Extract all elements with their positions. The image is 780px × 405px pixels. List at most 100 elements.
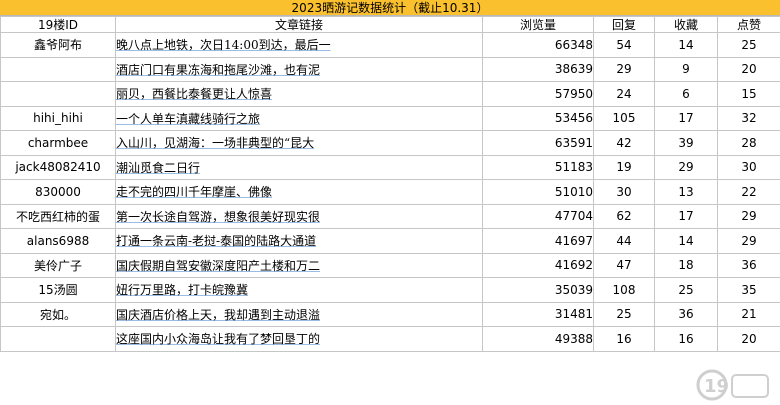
likes-cell: 30 — [717, 154, 780, 180]
user-cell[interactable] — [0, 56, 116, 82]
replies-cell: 47 — [593, 252, 655, 278]
table-row: 不吃西红柿的蛋 第一次长途自驾游，想象很美好现实很 47704 62 17 29 — [0, 203, 780, 229]
favorites-cell: 17 — [654, 105, 718, 131]
table-row: 酒店门口有果冻海和拖尾沙滩，也有泥 38639 29 9 20 — [0, 56, 780, 82]
header-favorites[interactable]: 收藏 — [654, 16, 718, 33]
likes-cell: 32 — [717, 105, 780, 131]
views-cell: 38639 — [482, 56, 594, 82]
header-row: 19楼ID 文章链接 浏览量 回复 收藏 点赞 — [0, 16, 780, 33]
views-cell: 66348 — [482, 32, 594, 58]
favorites-cell: 17 — [654, 203, 718, 229]
replies-cell: 25 — [593, 301, 655, 327]
replies-cell: 105 — [593, 105, 655, 131]
table-row: hihi_hihi 一个人单车滇藏线骑行之旅 53456 105 17 32 — [0, 105, 780, 131]
replies-cell: 19 — [593, 154, 655, 180]
table-row: 15汤圆 妞行万里路，打卡皖豫冀 35039 108 25 35 — [0, 277, 780, 303]
table-row: alans6988 打通一条云南-老挝-泰国的陆路大通道 41697 44 14 29 — [0, 228, 780, 254]
stats-table: 19楼ID 文章链接 浏览量 回复 收藏 点赞 鑫爷阿布 晚八点上地铁，次日14:… — [0, 16, 780, 352]
user-cell[interactable] — [0, 326, 116, 352]
favorites-cell: 13 — [654, 179, 718, 205]
favorites-cell: 14 — [654, 228, 718, 254]
header-title[interactable]: 文章链接 — [115, 16, 483, 33]
favorites-cell: 14 — [654, 32, 718, 58]
likes-cell: 20 — [717, 56, 780, 82]
views-cell: 57950 — [482, 81, 594, 107]
user-cell[interactable]: alans6988 — [0, 228, 116, 254]
article-link[interactable]: 走不完的四川千年摩崖、佛像 — [115, 179, 483, 205]
article-link[interactable]: 潮汕觅食二日行 — [115, 154, 483, 180]
replies-cell: 30 — [593, 179, 655, 205]
replies-cell: 16 — [593, 326, 655, 352]
article-link[interactable]: 妞行万里路，打卡皖豫冀 — [115, 277, 483, 303]
article-link[interactable]: 打通一条云南-老挝-泰国的陆路大通道 — [115, 228, 483, 254]
article-link[interactable]: 国庆酒店价格上天，我却遇到主动退溢 — [115, 301, 483, 327]
user-cell[interactable]: 不吃西红柿的蛋 — [0, 203, 116, 229]
replies-cell: 24 — [593, 81, 655, 107]
svg-text:19: 19 — [704, 376, 729, 397]
favorites-cell: 36 — [654, 301, 718, 327]
replies-cell: 108 — [593, 277, 655, 303]
article-link[interactable]: 丽贝，西餐比泰餐更让人惊喜 — [115, 81, 483, 107]
article-link[interactable]: 酒店门口有果冻海和拖尾沙滩，也有泥 — [115, 56, 483, 82]
article-link[interactable]: 这座国内小众海岛让我有了梦回垦丁的 — [115, 326, 483, 352]
19lou-logo-icon: 19 — [696, 369, 769, 401]
table-row: 这座国内小众海岛让我有了梦回垦丁的 49388 16 16 20 — [0, 326, 780, 352]
table-row: 830000 走不完的四川千年摩崖、佛像 51010 30 13 22 — [0, 179, 780, 205]
likes-cell: 22 — [717, 179, 780, 205]
user-cell[interactable] — [0, 81, 116, 107]
table-row: charmbee 入山川，见湖海：一场非典型的“昆大 63591 42 39 28 — [0, 130, 780, 156]
views-cell: 63591 — [482, 130, 594, 156]
views-cell: 51010 — [482, 179, 594, 205]
replies-cell: 62 — [593, 203, 655, 229]
sheet-title: 2023晒游记数据统计（截止10.31） — [291, 1, 489, 15]
favorites-cell: 16 — [654, 326, 718, 352]
user-cell[interactable]: charmbee — [0, 130, 116, 156]
likes-cell: 20 — [717, 326, 780, 352]
views-cell: 41697 — [482, 228, 594, 254]
table-row: 鑫爷阿布 晚八点上地铁，次日14:00到达，最后一 66348 54 14 25 — [0, 32, 780, 58]
views-cell: 47704 — [482, 203, 594, 229]
article-link[interactable]: 晚八点上地铁，次日14:00到达，最后一 — [115, 32, 483, 58]
favorites-cell: 39 — [654, 130, 718, 156]
user-cell[interactable]: 美伶广子 — [0, 252, 116, 278]
likes-cell: 36 — [717, 252, 780, 278]
user-cell[interactable]: jack48082410 — [0, 154, 116, 180]
replies-cell: 29 — [593, 56, 655, 82]
views-cell: 31481 — [482, 301, 594, 327]
likes-cell: 15 — [717, 81, 780, 107]
header-views[interactable]: 浏览量 — [482, 16, 594, 33]
likes-cell: 35 — [717, 277, 780, 303]
header-user[interactable]: 19楼ID — [0, 16, 116, 33]
user-cell[interactable]: 鑫爷阿布 — [0, 32, 116, 58]
likes-cell: 29 — [717, 228, 780, 254]
favorites-cell: 9 — [654, 56, 718, 82]
sheet-title-bar: 2023晒游记数据统计（截止10.31） — [0, 0, 780, 16]
table-row: 美伶广子 国庆假期自驾安徽深度阳产土楼和万二 41692 47 18 36 — [0, 252, 780, 278]
replies-cell: 42 — [593, 130, 655, 156]
replies-cell: 54 — [593, 32, 655, 58]
user-cell[interactable]: 830000 — [0, 179, 116, 205]
header-likes[interactable]: 点赞 — [717, 16, 780, 33]
header-replies[interactable]: 回复 — [593, 16, 655, 33]
views-cell: 49388 — [482, 326, 594, 352]
favorites-cell: 29 — [654, 154, 718, 180]
user-cell[interactable]: 15汤圆 — [0, 277, 116, 303]
user-cell[interactable]: 宛如。 — [0, 301, 116, 327]
user-cell[interactable]: hihi_hihi — [0, 105, 116, 131]
article-link[interactable]: 国庆假期自驾安徽深度阳产土楼和万二 — [115, 252, 483, 278]
likes-cell: 21 — [717, 301, 780, 327]
article-link[interactable]: 入山川，见湖海：一场非典型的“昆大 — [115, 130, 483, 156]
likes-cell: 25 — [717, 32, 780, 58]
views-cell: 53456 — [482, 105, 594, 131]
likes-cell: 29 — [717, 203, 780, 229]
article-link[interactable]: 一个人单车滇藏线骑行之旅 — [115, 105, 483, 131]
table-row: 宛如。 国庆酒店价格上天，我却遇到主动退溢 31481 25 36 21 — [0, 301, 780, 327]
views-cell: 35039 — [482, 277, 594, 303]
article-link[interactable]: 第一次长途自驾游，想象很美好现实很 — [115, 203, 483, 229]
likes-cell: 28 — [717, 130, 780, 156]
replies-cell: 44 — [593, 228, 655, 254]
favorites-cell: 6 — [654, 81, 718, 107]
views-cell: 51183 — [482, 154, 594, 180]
table-row: jack48082410 潮汕觅食二日行 51183 19 29 30 — [0, 154, 780, 180]
favorites-cell: 25 — [654, 277, 718, 303]
